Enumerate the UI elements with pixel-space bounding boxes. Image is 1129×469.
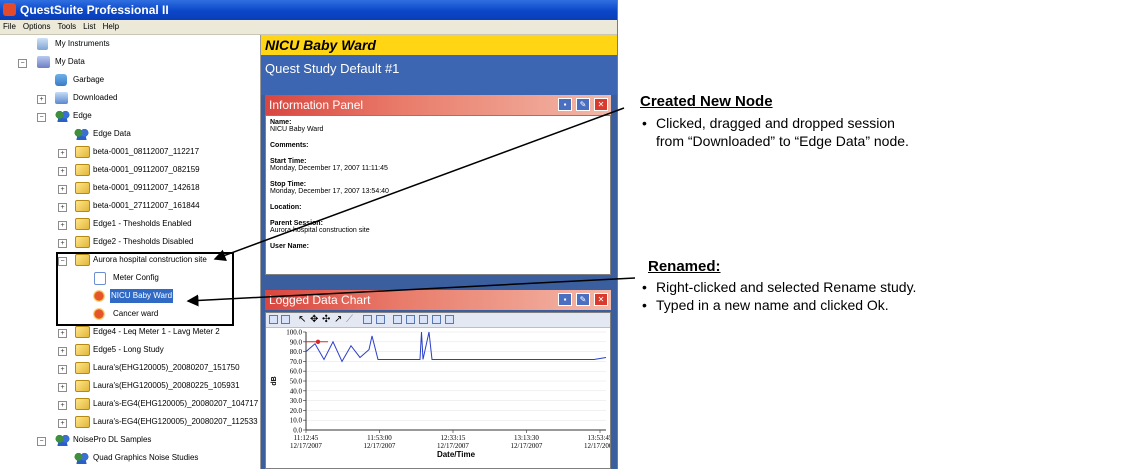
- arrow-renamed: [186, 277, 636, 307]
- arrow-created: [213, 107, 625, 261]
- annotation-overlay: [56, 107, 636, 326]
- screenshot-figure: QuestSuite Professional II File Options To…: [0, 0, 1129, 469]
- highlight-box: [56, 252, 234, 326]
